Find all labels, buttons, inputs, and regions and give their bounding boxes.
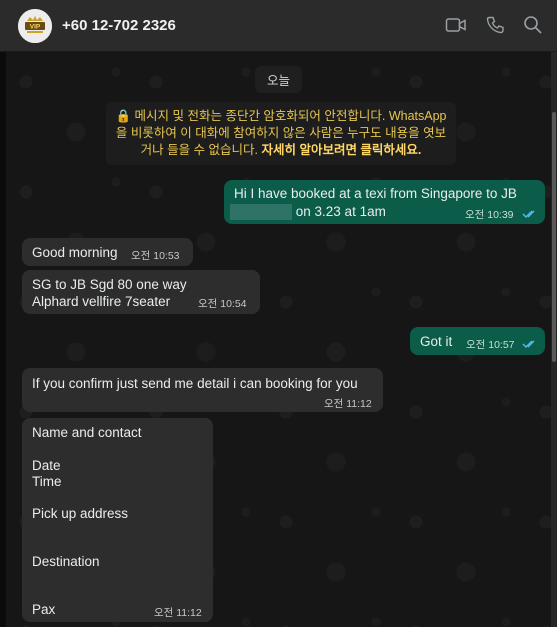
message-bubble-incoming[interactable]: SG to JB Sgd 80 one way Alphard vellfire… xyxy=(22,270,260,314)
message-time: 오전 10:54 xyxy=(198,298,247,310)
message-time: 오전 10:39 xyxy=(465,209,514,221)
encryption-notice[interactable]: 🔒 메시지 및 전화는 종단간 암호화되어 안전합니다. WhatsApp을 비… xyxy=(106,102,456,165)
scrollbar-thumb[interactable] xyxy=(552,112,556,362)
message-bubble-incoming[interactable]: If you confirm just send me detail i can… xyxy=(22,368,383,412)
message-text: If you confirm just send me detail i can… xyxy=(32,376,358,391)
read-receipt-icon xyxy=(522,210,535,218)
svg-text:VIP: VIP xyxy=(30,24,41,31)
chat-header: VIP +60 12-702 2326 xyxy=(0,0,557,52)
message-text: SG to JB Sgd 80 one way xyxy=(32,277,187,292)
redacted-block xyxy=(230,204,292,221)
learn-more-link[interactable]: 자세히 알아보려면 클릭하세요. xyxy=(261,143,421,157)
message-time: 오전 10:57 xyxy=(466,339,515,351)
message-text: Pax xyxy=(32,602,56,617)
video-call-icon[interactable] xyxy=(445,15,467,35)
message-text: Destination xyxy=(32,554,100,569)
message-text: Good morning xyxy=(32,245,118,260)
message-bubble-incoming[interactable]: Good morning 오전 10:53 xyxy=(22,238,193,266)
message-text: on 3.23 at 1am xyxy=(230,203,386,221)
read-receipt-icon xyxy=(522,340,535,348)
contact-name[interactable]: +60 12-702 2326 xyxy=(62,17,176,34)
message-time: 오전 11:12 xyxy=(154,607,202,619)
message-text: Alphard vellfire 7seater xyxy=(32,294,171,309)
scrollbar[interactable] xyxy=(551,52,557,627)
voice-call-icon[interactable] xyxy=(485,15,505,35)
message-text: Name and contact xyxy=(32,425,142,440)
message-time: 오전 10:53 xyxy=(131,250,180,262)
date-divider: 오늘 xyxy=(255,66,303,93)
message-text: Time xyxy=(32,474,62,489)
lock-icon: 🔒 xyxy=(115,109,132,123)
contact-avatar[interactable]: VIP xyxy=(18,9,52,43)
message-text: Pick up address xyxy=(32,506,129,521)
search-icon[interactable] xyxy=(523,15,543,35)
message-bubble-outgoing[interactable]: Got it 오전 10:57 xyxy=(410,327,545,355)
message-bubble-incoming[interactable]: Name and contact Date Time Pick up addre… xyxy=(22,418,213,622)
message-text: Got it xyxy=(420,334,453,349)
vip-logo-icon: VIP xyxy=(18,9,52,43)
message-time: 오전 11:12 xyxy=(324,398,372,410)
message-text: Date xyxy=(32,458,61,473)
message-text: Hi I have booked at a texi from Singapor… xyxy=(234,186,517,201)
message-bubble-outgoing[interactable]: Hi I have booked at a texi from Singapor… xyxy=(224,180,545,224)
